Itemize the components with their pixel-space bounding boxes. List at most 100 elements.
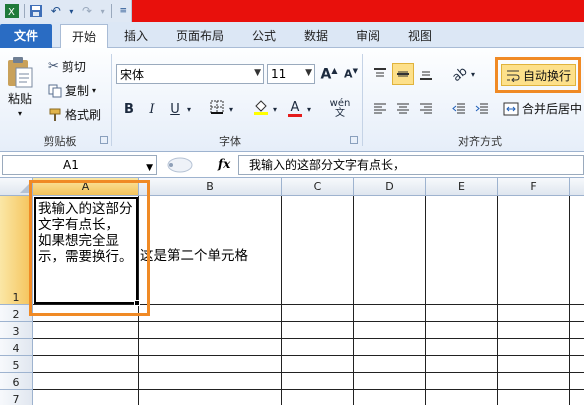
copy-dropdown-icon: ▾: [92, 86, 97, 95]
formula-controls: fx: [160, 155, 235, 175]
column-header-d[interactable]: D: [354, 178, 426, 196]
bottom-align-button[interactable]: [415, 63, 437, 85]
paste-button[interactable]: 粘贴 ▾: [6, 56, 34, 118]
redo-icon[interactable]: ↷: [79, 3, 95, 19]
merge-center-button[interactable]: 合并后居中: [503, 100, 582, 117]
tab-review[interactable]: 审阅: [348, 24, 388, 48]
decrease-indent-icon: [452, 103, 465, 114]
cut-button[interactable]: ✂ 剪切: [48, 58, 86, 75]
tab-formulas[interactable]: 公式: [244, 24, 284, 48]
grow-font-icon: A▲: [320, 65, 338, 83]
font-group-label: 字体: [219, 135, 241, 148]
chevron-down-icon: ▼: [146, 163, 153, 173]
tab-view[interactable]: 视图: [400, 24, 440, 48]
formula-bar: A1 ▼ fx 我输入的这部分文字有点长，: [0, 152, 584, 178]
column-header-f[interactable]: F: [498, 178, 570, 196]
grow-font-button[interactable]: A▲: [318, 63, 340, 85]
redo-dropdown-icon[interactable]: ▾: [99, 3, 107, 19]
italic-button[interactable]: I: [141, 98, 163, 120]
increase-indent-button[interactable]: [471, 98, 493, 120]
borders-button[interactable]: [206, 98, 228, 120]
cell-b1[interactable]: 这是第二个单元格: [140, 244, 248, 264]
undo-icon[interactable]: ↶: [48, 3, 64, 19]
font-name-combo[interactable]: 宋体 ▼: [116, 64, 264, 84]
phonetic-guide-button[interactable]: wén 文: [326, 96, 354, 122]
chevron-down-icon: ▼: [254, 68, 261, 78]
shrink-font-button[interactable]: A▼: [340, 63, 362, 85]
insert-function-button[interactable]: fx: [218, 157, 230, 171]
bottom-align-icon: [420, 71, 432, 80]
qat-separator: [23, 4, 25, 18]
paint-bucket-icon: [253, 99, 269, 119]
tab-file[interactable]: 文件: [0, 24, 52, 48]
row-header-7[interactable]: 7: [0, 390, 33, 405]
customize-qat-icon[interactable]: ≡: [116, 3, 132, 19]
column-header-c[interactable]: C: [282, 178, 354, 196]
merge-center-label: 合并后居中: [522, 102, 583, 116]
increase-indent-icon: [475, 103, 488, 114]
clipboard-launcher-icon[interactable]: [100, 136, 108, 144]
column-header-g[interactable]: [570, 178, 584, 196]
top-align-icon: [374, 68, 386, 77]
svg-text:X: X: [8, 7, 15, 18]
gridline: [497, 196, 498, 405]
formula-input[interactable]: 我输入的这部分文字有点长，: [238, 155, 584, 175]
gridline: [281, 196, 282, 405]
gridline: [33, 372, 584, 373]
name-box[interactable]: A1 ▼: [2, 155, 157, 175]
group-separator: [111, 54, 112, 146]
fill-color-dropdown-icon[interactable]: ▾: [270, 98, 280, 120]
font-color-dropdown-icon[interactable]: ▾: [304, 98, 314, 120]
borders-icon: [210, 100, 224, 118]
gridline: [425, 196, 426, 405]
copy-button[interactable]: 复制 ▾: [48, 82, 96, 99]
font-color-button[interactable]: A: [284, 98, 306, 120]
top-align-button[interactable]: [369, 63, 391, 85]
gridline: [33, 338, 584, 339]
bold-button[interactable]: B: [118, 98, 140, 120]
align-left-button[interactable]: [369, 98, 391, 120]
font-size-value: 11: [271, 67, 287, 81]
align-right-button[interactable]: [415, 98, 437, 120]
chevron-down-icon: ▼: [305, 68, 312, 78]
font-size-combo[interactable]: 11 ▼: [267, 64, 315, 84]
align-left-icon: [374, 103, 386, 114]
cell-a1-highlight: [29, 180, 150, 316]
column-header-b[interactable]: B: [139, 178, 282, 196]
orientation-button[interactable]: ab: [448, 63, 470, 85]
cut-label: 剪切: [61, 60, 86, 74]
middle-align-button[interactable]: [392, 63, 414, 85]
phonetic-guide-icon: wén 文: [329, 98, 351, 119]
gridline: [33, 321, 584, 322]
undo-dropdown-icon[interactable]: ▾: [68, 3, 76, 19]
format-painter-button[interactable]: 格式刷: [48, 106, 101, 123]
fill-color-button[interactable]: [250, 98, 272, 120]
group-separator: [362, 54, 363, 146]
borders-dropdown-icon[interactable]: ▾: [226, 98, 236, 120]
excel-logo-icon: X: [4, 3, 20, 19]
orientation-icon: ab: [448, 63, 470, 85]
save-icon[interactable]: [28, 3, 44, 19]
gridline: [33, 355, 584, 356]
row-header-4[interactable]: 4: [0, 339, 33, 356]
tab-home[interactable]: 开始: [60, 24, 108, 48]
align-right-icon: [420, 103, 432, 114]
paste-label: 粘贴: [7, 92, 32, 106]
row-header-5[interactable]: 5: [0, 356, 33, 373]
tab-page-layout[interactable]: 页面布局: [168, 24, 232, 48]
scissors-icon: ✂: [48, 59, 59, 74]
row-header-3[interactable]: 3: [0, 322, 33, 339]
copy-label: 复制: [65, 84, 90, 98]
name-box-value: A1: [63, 158, 79, 172]
font-launcher-icon[interactable]: [350, 136, 358, 144]
decrease-indent-button[interactable]: [448, 98, 470, 120]
orientation-dropdown-icon[interactable]: ▾: [468, 63, 478, 85]
tab-insert[interactable]: 插入: [115, 24, 157, 48]
tab-data[interactable]: 数据: [296, 24, 336, 48]
align-center-button[interactable]: [392, 98, 414, 120]
alignment-group-label: 对齐方式: [458, 135, 502, 148]
row-header-6[interactable]: 6: [0, 373, 33, 390]
underline-dropdown-icon[interactable]: ▾: [184, 98, 194, 120]
column-header-e[interactable]: E: [426, 178, 498, 196]
underline-button[interactable]: U: [164, 98, 186, 120]
